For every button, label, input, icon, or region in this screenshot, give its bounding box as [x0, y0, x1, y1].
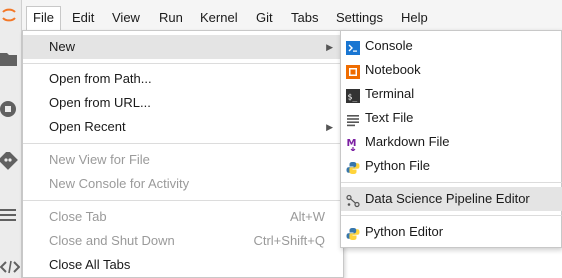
markdown-icon: M	[346, 135, 360, 152]
menu-item-open-from-path[interactable]: Open from Path...	[23, 67, 343, 91]
file-menu: New ▶ Open from Path... Open from URL...…	[22, 30, 344, 278]
menu-item-new-label: New	[49, 39, 76, 54]
menu-file[interactable]: File	[26, 6, 61, 30]
menu-settings[interactable]: Settings	[330, 6, 389, 30]
running-icon[interactable]	[0, 98, 20, 120]
new-submenu: Console Notebook $_ Terminal Text File M…	[340, 30, 562, 248]
menu-item-close-shutdown: Close and Shut Down Ctrl+Shift+Q	[23, 229, 343, 253]
menu-item-open-from-url[interactable]: Open from URL...	[23, 91, 343, 115]
menu-separator	[23, 63, 343, 64]
activity-bar	[0, 0, 22, 278]
submenu-item-terminal-label: Terminal	[365, 86, 415, 101]
svg-text:M: M	[347, 138, 357, 149]
chevron-right-icon: ▶	[326, 42, 333, 52]
submenu-item-markdown-label: Markdown File	[365, 134, 450, 149]
menu-separator	[23, 143, 343, 144]
menu-item-close-shutdown-label: Close and Shut Down	[49, 233, 175, 248]
menu-help[interactable]: Help	[395, 6, 434, 30]
menu-git[interactable]: Git	[250, 6, 279, 30]
menu-separator	[341, 182, 562, 183]
submenu-item-terminal[interactable]: $_ Terminal	[341, 82, 562, 106]
menu-tabs[interactable]: Tabs	[285, 6, 324, 30]
submenu-item-python-editor-label: Python Editor	[365, 224, 444, 239]
menubar: File Edit View Run Kernel Git Tabs Setti…	[22, 0, 562, 34]
menu-item-new-console: New Console for Activity	[49, 176, 190, 191]
menu-item-close-tab: Close Tab Alt+W	[23, 205, 343, 229]
python-icon	[346, 159, 360, 174]
submenu-item-notebook[interactable]: Notebook	[341, 58, 562, 82]
menu-separator	[23, 200, 343, 201]
menu-kernel[interactable]: Kernel	[194, 6, 244, 30]
list-icon[interactable]	[0, 204, 20, 226]
python-icon	[346, 225, 360, 240]
menu-edit[interactable]: Edit	[66, 6, 100, 30]
notebook-icon	[346, 63, 360, 79]
menu-separator	[341, 215, 562, 216]
svg-text:$_: $_	[348, 93, 358, 102]
menu-item-new-view: New View for File	[49, 152, 150, 167]
shortcut-label: Ctrl+Shift+Q	[253, 233, 325, 248]
submenu-item-text-file-label: Text File	[365, 110, 414, 125]
menu-view[interactable]: View	[106, 6, 146, 30]
submenu-item-python-file-label: Python File	[365, 158, 431, 173]
menu-run[interactable]: Run	[153, 6, 189, 30]
folder-icon[interactable]	[0, 48, 20, 70]
menu-item-open-recent-label: Open Recent	[49, 119, 126, 134]
menu-item-open-recent[interactable]: Open Recent ▶	[23, 115, 343, 139]
submenu-item-console[interactable]: Console	[341, 34, 562, 58]
menu-item-new[interactable]: New ▶	[23, 35, 343, 59]
pipeline-icon	[346, 192, 360, 208]
code-icon[interactable]	[0, 256, 20, 278]
console-icon	[346, 39, 360, 55]
git-icon[interactable]	[0, 150, 20, 172]
menu-item-close-all[interactable]: Close All Tabs	[23, 253, 343, 277]
submenu-item-pipeline-label: Data Science Pipeline Editor	[365, 191, 530, 206]
submenu-item-python-editor[interactable]: Python Editor	[341, 220, 562, 244]
submenu-item-pipeline-editor[interactable]: Data Science Pipeline Editor	[341, 187, 562, 211]
menu-item-close-tab-label: Close Tab	[49, 209, 107, 224]
submenu-item-python-file[interactable]: Python File	[341, 154, 562, 178]
terminal-icon: $_	[346, 87, 360, 103]
text-file-icon	[346, 111, 360, 127]
submenu-item-text-file[interactable]: Text File	[341, 106, 562, 130]
shortcut-label: Alt+W	[289, 209, 325, 224]
chevron-right-icon: ▶	[326, 122, 333, 132]
submenu-item-notebook-label: Notebook	[365, 62, 421, 77]
jupyter-logo-icon	[0, 6, 18, 24]
submenu-item-markdown-file[interactable]: M Markdown File	[341, 130, 562, 154]
submenu-item-console-label: Console	[365, 38, 413, 53]
